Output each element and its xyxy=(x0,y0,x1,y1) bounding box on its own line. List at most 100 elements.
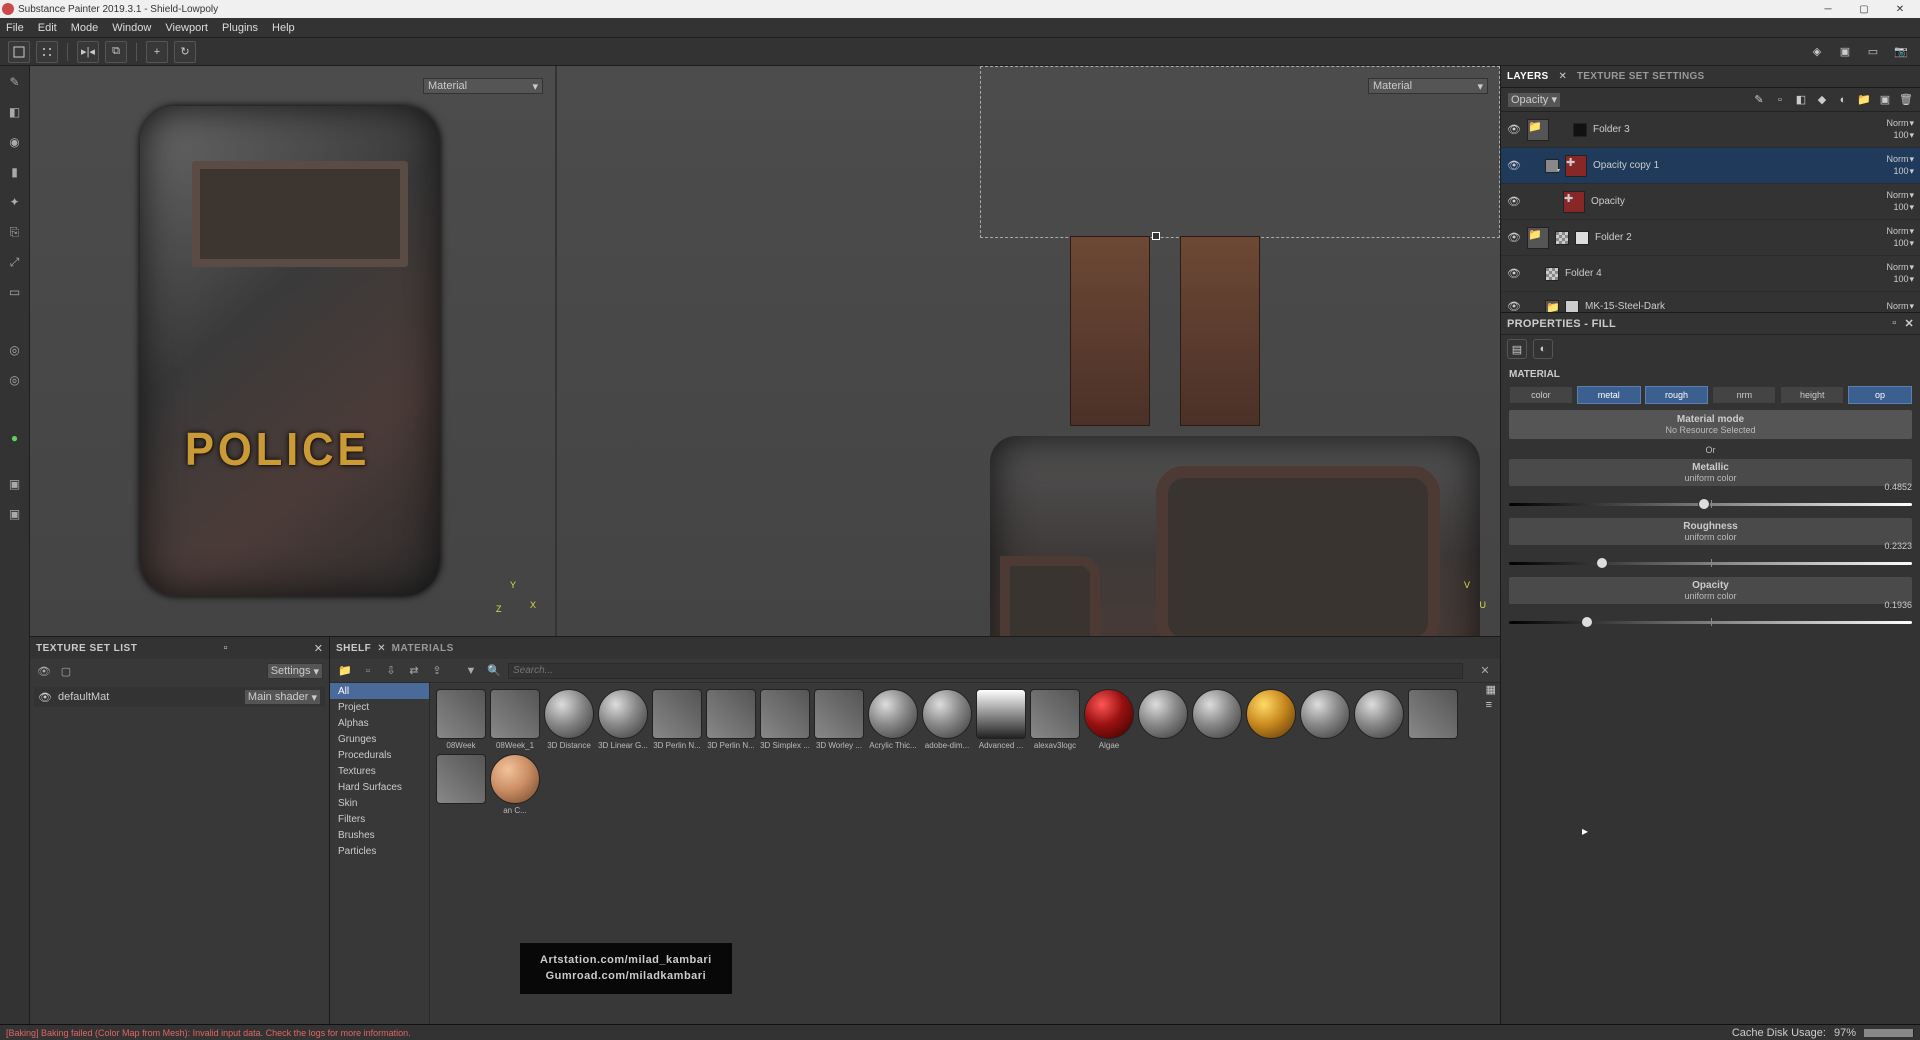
folder-icon[interactable]: 📁 xyxy=(1856,92,1872,108)
shelf-item[interactable] xyxy=(1138,689,1188,750)
tool-grid-icon[interactable] xyxy=(8,41,30,63)
fill-tool-icon[interactable]: ▮ xyxy=(5,162,25,182)
menu-window[interactable]: Window xyxy=(112,22,151,34)
filter-icon[interactable]: ▼ xyxy=(462,662,480,680)
plugin1-icon[interactable]: ▣ xyxy=(5,474,25,494)
settings1-icon[interactable]: ◎ xyxy=(5,340,25,360)
opacity-slider[interactable]: 0.1936 xyxy=(1509,614,1912,632)
delete-layer-icon[interactable]: 🗑 xyxy=(1898,92,1914,108)
shelf-category[interactable]: All xyxy=(330,683,429,699)
shelf-category[interactable]: Filters xyxy=(330,811,429,827)
mask-thumb[interactable] xyxy=(1545,267,1559,281)
shelf-item[interactable]: 3D Distance xyxy=(544,689,594,750)
viewport-2d[interactable]: Material▾ U V xyxy=(557,66,1500,636)
mask-thumb[interactable] xyxy=(1555,231,1569,245)
solo-icon[interactable]: ▢ xyxy=(58,663,74,679)
shelf-category[interactable]: Textures xyxy=(330,763,429,779)
channel-height[interactable]: height xyxy=(1780,386,1844,404)
smart-icon[interactable]: ◐ xyxy=(1835,92,1851,108)
channel-op[interactable]: op xyxy=(1848,386,1912,404)
layer-row[interactable]: 👁 📁 Folder 2 Norm▾100▾ xyxy=(1501,220,1920,256)
shelf-category[interactable]: Hard Surfaces xyxy=(330,779,429,795)
viewport-3d-dropdown[interactable]: Material▾ xyxy=(423,78,543,94)
menu-mode[interactable]: Mode xyxy=(71,22,99,34)
layer-row[interactable]: 👁 Folder 4 Norm▾100▾ xyxy=(1501,256,1920,292)
import-icon[interactable]: ⇩ xyxy=(382,662,400,680)
shelf-item[interactable]: alexav3logc xyxy=(1030,689,1080,750)
layer-row[interactable]: 👁 ▾ ✚ Opacity copy 1 Norm▾100▾ xyxy=(1501,148,1920,184)
shelf-category[interactable]: Procedurals xyxy=(330,747,429,763)
shelf-item[interactable]: an C... xyxy=(490,754,540,815)
panel-undock-icon[interactable]: ▫ xyxy=(224,642,228,654)
shelf-category[interactable]: Particles xyxy=(330,843,429,859)
slider-knob[interactable] xyxy=(1596,557,1608,569)
menu-viewport[interactable]: Viewport xyxy=(165,22,208,34)
layer-thumb[interactable]: ✚ xyxy=(1563,191,1585,213)
effect-icon[interactable]: ✎ xyxy=(1751,92,1767,108)
viewport-3d[interactable]: Material▾ POLICE X Y Z xyxy=(30,66,555,636)
close-window-button[interactable]: ✕ xyxy=(1882,0,1918,18)
clone-tool-icon[interactable]: ⎘ xyxy=(5,222,25,242)
plugin2-icon[interactable]: ▣ xyxy=(5,504,25,524)
shelf-item[interactable] xyxy=(436,754,486,815)
maximize-button[interactable]: ▢ xyxy=(1846,0,1882,18)
shelf-item[interactable]: 3D Linear G... xyxy=(598,689,648,750)
visibility-icon[interactable]: 👁 xyxy=(1507,300,1521,312)
layer-thumb[interactable]: ▾ xyxy=(1545,159,1559,173)
channel-nrm[interactable]: nrm xyxy=(1712,386,1776,404)
pick-tool-icon[interactable]: ⤢ xyxy=(5,252,25,272)
list-view-icon[interactable]: ≡ xyxy=(1486,699,1496,711)
menu-edit[interactable]: Edit xyxy=(38,22,57,34)
link-icon[interactable]: ⇄ xyxy=(405,662,423,680)
shelf-search-input[interactable] xyxy=(508,663,1463,679)
shelf-close-icon[interactable]: ✕ xyxy=(1476,662,1494,680)
shelf-category[interactable]: Project xyxy=(330,699,429,715)
smudge-tool-icon[interactable]: ✦ xyxy=(5,192,25,212)
shelf-item[interactable]: 08Week xyxy=(436,689,486,750)
shelf-item[interactable]: 3D Perlin N... xyxy=(652,689,702,750)
grid-view-icon[interactable]: ▦ xyxy=(1486,683,1496,696)
fill-layer-icon[interactable]: ◧ xyxy=(1793,92,1809,108)
slider-knob[interactable] xyxy=(1581,616,1593,628)
shelf-item[interactable]: Advanced ... xyxy=(976,689,1026,750)
layer-row[interactable]: 👁 📁 Folder 3 Norm▾100▾ xyxy=(1501,112,1920,148)
visibility-icon[interactable]: 👁 xyxy=(1507,195,1521,208)
close-icon[interactable]: ✕ xyxy=(1904,317,1914,330)
shelf-item[interactable] xyxy=(1300,689,1350,750)
export-icon[interactable]: ⇪ xyxy=(428,662,446,680)
mask-thumb[interactable] xyxy=(1575,231,1589,245)
shelf-category[interactable]: Skin xyxy=(330,795,429,811)
metallic-slider[interactable]: 0.4852 xyxy=(1509,496,1912,514)
shelf-category[interactable]: Grunges xyxy=(330,731,429,747)
menu-plugins[interactable]: Plugins xyxy=(222,22,258,34)
channel-rough[interactable]: rough xyxy=(1645,386,1709,404)
cube-icon[interactable]: ▣ xyxy=(1834,41,1856,63)
visibility-icon[interactable]: 👁 xyxy=(1507,159,1521,172)
viewport-2d-dropdown[interactable]: Material▾ xyxy=(1368,78,1488,94)
texture-set-item[interactable]: 👁 defaultMat Main shader▾ xyxy=(34,687,325,707)
shelf-item[interactable] xyxy=(1192,689,1242,750)
shelf-item[interactable] xyxy=(1408,689,1458,750)
eye-icon[interactable]: 👁 xyxy=(36,663,52,679)
shelf-item[interactable]: 3D Worley ... xyxy=(814,689,864,750)
roughness-slider[interactable]: 0.2323 xyxy=(1509,555,1912,573)
layer-thumb[interactable]: ✚ xyxy=(1565,155,1587,177)
tab-texset-settings[interactable]: TEXTURE SET SETTINGS xyxy=(1577,71,1705,82)
persp-icon[interactable]: ◈ xyxy=(1806,41,1828,63)
mask-thumb[interactable] xyxy=(1573,123,1587,137)
visibility-icon[interactable]: 👁 xyxy=(1507,123,1521,136)
status-ok-icon[interactable]: ● xyxy=(5,428,25,448)
panel-close-icon[interactable]: ✕ xyxy=(314,642,323,655)
search-icon[interactable]: 🔍 xyxy=(485,662,503,680)
menu-help[interactable]: Help xyxy=(272,22,295,34)
tab-layers-close-icon[interactable]: ✕ xyxy=(1558,71,1566,82)
shelf-item[interactable]: 3D Simplex ... xyxy=(760,689,810,750)
tool-size-icon[interactable]: ⧉ xyxy=(105,41,127,63)
undock-icon[interactable]: ▫ xyxy=(1892,317,1896,330)
camera-icon[interactable]: 📷 xyxy=(1890,41,1912,63)
shelf-item[interactable] xyxy=(1246,689,1296,750)
adjust-icon[interactable]: ◆ xyxy=(1814,92,1830,108)
shelf-category[interactable]: Brushes xyxy=(330,827,429,843)
tool-dots-icon[interactable] xyxy=(36,41,58,63)
folder-open-icon[interactable]: 📁 xyxy=(336,662,354,680)
